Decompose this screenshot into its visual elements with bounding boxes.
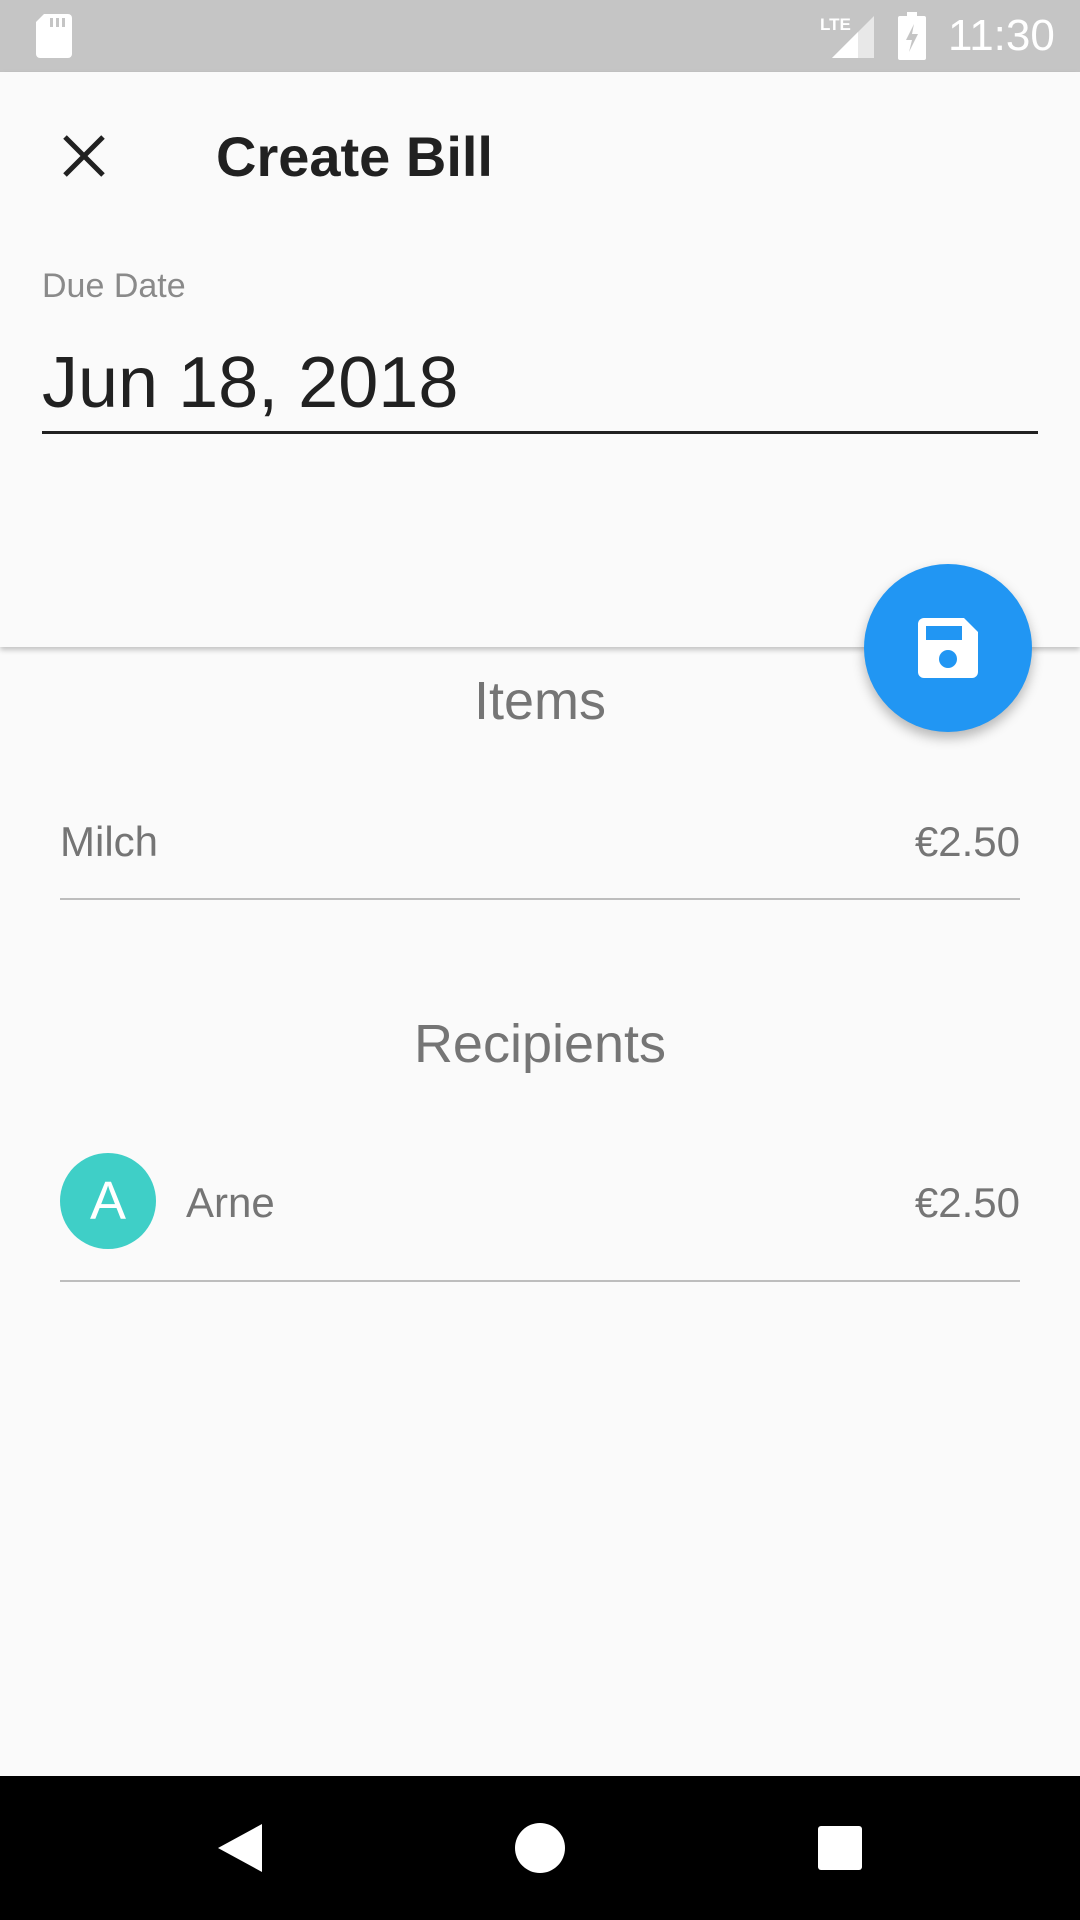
navigation-bar [0, 1776, 1080, 1920]
due-date-label: Due Date [42, 267, 186, 305]
recipients-section-title: Recipients [413, 1014, 667, 1074]
recipient-amount: €2.50 [914, 1179, 1020, 1226]
sd-card-icon [36, 14, 72, 58]
close-icon [63, 135, 105, 177]
status-bar: LTE 11:30 [0, 0, 1080, 72]
close-button[interactable] [42, 114, 126, 198]
recipient-name: Arne [186, 1179, 275, 1226]
battery-charging-icon [898, 12, 926, 60]
recipient-row[interactable]: A Arne €2.50 [60, 1153, 1020, 1282]
save-button[interactable] [864, 564, 1032, 732]
item-price: €2.50 [914, 818, 1020, 865]
recents-icon[interactable] [810, 1818, 870, 1878]
lte-signal-icon: LTE [820, 15, 874, 58]
network-type-label: LTE [820, 15, 851, 34]
status-clock: 11:30 [948, 11, 1055, 60]
home-icon[interactable] [510, 1818, 570, 1878]
item-row[interactable]: Milch €2.50 [60, 810, 1020, 900]
save-icon [918, 618, 978, 678]
page-title: Create Bill [216, 125, 493, 188]
avatar: A [60, 1153, 156, 1249]
header-section: Create Bill Due Date [0, 72, 1080, 647]
avatar-initial: A [89, 1171, 127, 1231]
due-date-field[interactable] [42, 334, 1038, 434]
item-name: Milch [60, 818, 159, 865]
back-icon[interactable] [210, 1818, 270, 1878]
